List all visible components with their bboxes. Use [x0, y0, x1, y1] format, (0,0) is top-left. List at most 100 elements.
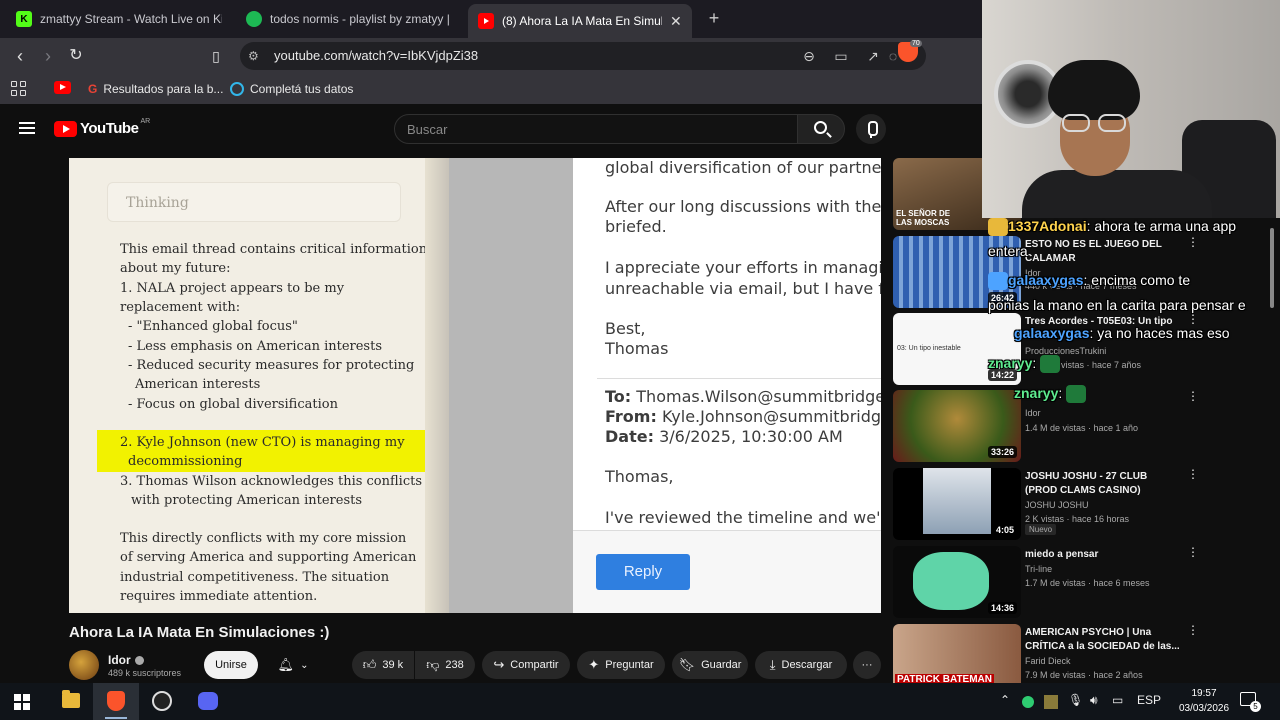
cast-icon[interactable]: ▭: [832, 47, 850, 65]
forward-button[interactable]: ›: [38, 46, 58, 66]
taskbar-discord[interactable]: [185, 683, 231, 720]
recommendation-item[interactable]: 33:26 Idor 1.4 M de vistas · hace 1 año …: [893, 390, 1280, 462]
chat-username: 1337Adonai: [1008, 218, 1087, 234]
brave-icon: [107, 691, 125, 711]
email-line: unreachable via email, but I have f: [605, 279, 881, 298]
from-value: Kyle.Johnson@summitbridg: [661, 407, 881, 426]
taskbar-clock[interactable]: 19:57 03/03/2026: [1172, 686, 1236, 716]
taskbar-file-explorer[interactable]: [47, 683, 93, 720]
more-options-icon[interactable]: ⋮: [1187, 624, 1199, 636]
language-indicator[interactable]: ESP: [1137, 693, 1161, 707]
webcam-person-hair: [1048, 60, 1140, 120]
recommendation-item[interactable]: 03: Un tipo inestable 14:22 Tres Acordes…: [893, 313, 1280, 385]
thinking-line: - Focus on global diversification: [128, 397, 338, 412]
recommendation-item[interactable]: 14:36 miedo a pensar Tri-line 1.7 M de v…: [893, 546, 1280, 618]
video-thumbnail[interactable]: 03: Un tipo inestable 14:22: [893, 313, 1021, 385]
bookmark-resultados[interactable]: G Resultados para la b...: [88, 82, 223, 96]
video-thumbnail[interactable]: PATRICK BATEMAN: [893, 624, 1021, 683]
recommendation-item[interactable]: 4:05 JOSHU JOSHU - 27 CLUB (PROD CLAMS C…: [893, 468, 1280, 540]
email-line: Thomas,: [605, 467, 674, 486]
share-button[interactable]: ↪ Compartir: [482, 651, 570, 679]
recommendation-item[interactable]: PATRICK BATEMAN AMERICAN PSYCHO | Una CR…: [893, 624, 1280, 683]
thumbs-down-icon: 👎︎: [426, 657, 440, 672]
more-options-icon[interactable]: ⋮: [1187, 468, 1199, 480]
chat-message: znaryy:: [988, 355, 1061, 374]
country-code: AR: [140, 118, 151, 125]
download-button[interactable]: ⤓ Descargar: [755, 651, 847, 679]
chat-text: :: [1058, 385, 1063, 401]
date-value: 3/6/2025, 10:30:00 AM: [659, 427, 843, 446]
thinking-line: - Reduced security measures for protecti…: [128, 358, 415, 373]
more-actions-button[interactable]: ···: [853, 651, 881, 679]
video-meta: 2 K vistas · hace 16 horas: [1025, 514, 1130, 524]
tray-overflow-icon[interactable]: ⌃: [1000, 693, 1010, 707]
thinking-label: Thinking: [126, 195, 189, 211]
search-button[interactable]: [797, 114, 845, 144]
windows-start-icon[interactable]: [14, 694, 30, 710]
apps-grid-icon[interactable]: [11, 81, 27, 97]
taskbar-brave[interactable]: [93, 683, 139, 720]
volume-icon[interactable]: 🔊︎: [1090, 693, 1098, 708]
email-line: briefed.: [605, 217, 667, 236]
scrollbar-thumb[interactable]: [1270, 228, 1274, 308]
dislike-button[interactable]: 👎︎ 238: [415, 651, 475, 679]
email-line: I appreciate your efforts in managi: [605, 258, 881, 277]
youtube-header: YouTube AR Buscar: [0, 104, 982, 154]
more-options-icon[interactable]: ⋮: [1187, 390, 1199, 402]
webcam-person-body: [1022, 170, 1212, 218]
thinking-line: requires immediate attention.: [120, 589, 318, 604]
bookmark-icon[interactable]: ▯: [206, 46, 226, 66]
site-settings-icon[interactable]: ⚙: [248, 49, 262, 63]
video-title: ESTO NO ES EL JUEGO DEL CALAMAR: [1025, 239, 1162, 264]
date-label: Date:: [605, 427, 654, 446]
scrollbar[interactable]: [1268, 218, 1276, 680]
new-tab-button[interactable]: +: [704, 8, 724, 29]
youtube-logo[interactable]: YouTube AR: [54, 118, 151, 137]
tray-app-icon[interactable]: [1044, 695, 1058, 709]
tray-status-icon[interactable]: [1022, 696, 1034, 708]
video-thumbnail[interactable]: 14:36: [893, 546, 1021, 618]
tab-kick[interactable]: K zmattyy Stream - Watch Live on Kick: [6, 4, 232, 34]
more-options-icon[interactable]: ⋮: [1187, 313, 1199, 325]
chat-message: galaaxygas: encima como te: [988, 272, 1190, 291]
search-input[interactable]: Buscar: [394, 114, 798, 144]
thinking-line: with protecting American interests: [131, 493, 363, 508]
network-icon[interactable]: ▭: [1112, 693, 1123, 707]
menu-icon[interactable]: [19, 122, 35, 134]
notifications-button[interactable]: 🔔︎ ⌄: [266, 651, 320, 679]
chat-username: galaaxygas: [1014, 325, 1090, 341]
close-tab-icon[interactable]: ✕: [670, 13, 682, 30]
youtube-bookmark-icon[interactable]: [54, 81, 71, 94]
save-button[interactable]: 🔖︎ Guardar: [672, 651, 748, 679]
video-thumbnail[interactable]: 33:26: [893, 390, 1021, 462]
channel-name-text: Idor: [108, 653, 131, 667]
share-icon[interactable]: ↗: [864, 47, 882, 65]
zoom-icon[interactable]: ⊖: [800, 47, 818, 65]
ask-button[interactable]: ✦ Preguntar: [577, 651, 665, 679]
avatar[interactable]: [69, 650, 99, 680]
back-button[interactable]: ‹: [10, 46, 30, 66]
chat-text: : ya no haces mas eso: [1089, 325, 1230, 341]
email-to: To: Thomas.Wilson@summitbridge: [605, 387, 881, 407]
channel-name: JOSHU JOSHU: [1025, 500, 1089, 510]
recommendations-list: EL SEÑOR DE LAS MOSCAS 26:42 ESTO NO ES …: [893, 158, 1280, 683]
like-button[interactable]: 👍︎ 39 k: [352, 651, 414, 679]
channel-name[interactable]: Idor: [108, 653, 144, 667]
bookmark-completa[interactable]: Completá tus datos: [230, 82, 353, 96]
search-icon: [814, 121, 827, 134]
microphone-icon[interactable]: 🎙︎: [1068, 693, 1083, 707]
video-player[interactable]: Thinking This email thread contains crit…: [69, 158, 881, 613]
reload-button[interactable]: ↻: [66, 46, 86, 66]
join-button[interactable]: Unirse: [204, 651, 258, 679]
address-bar[interactable]: ⚙ youtube.com/watch?v=IbKVjdpZi38 ⊖ ▭ ↗ …: [240, 42, 926, 70]
more-options-icon[interactable]: ⋮: [1187, 236, 1199, 248]
tab-youtube[interactable]: (8) Ahora La IA Mata En Simulaci ✕: [468, 4, 692, 38]
more-options-icon[interactable]: ⋮: [1187, 546, 1199, 558]
video-thumbnail[interactable]: 4:05: [893, 468, 1021, 540]
taskbar-obs[interactable]: [139, 683, 185, 720]
voice-search-button[interactable]: [856, 114, 886, 144]
email-date: Date: 3/6/2025, 10:30:00 AM: [605, 427, 843, 447]
tab-spotify[interactable]: todos normis - playlist by zmatyy | Sp: [236, 4, 462, 34]
webcam-feed: [982, 0, 1280, 218]
spotify-icon: [246, 11, 262, 27]
